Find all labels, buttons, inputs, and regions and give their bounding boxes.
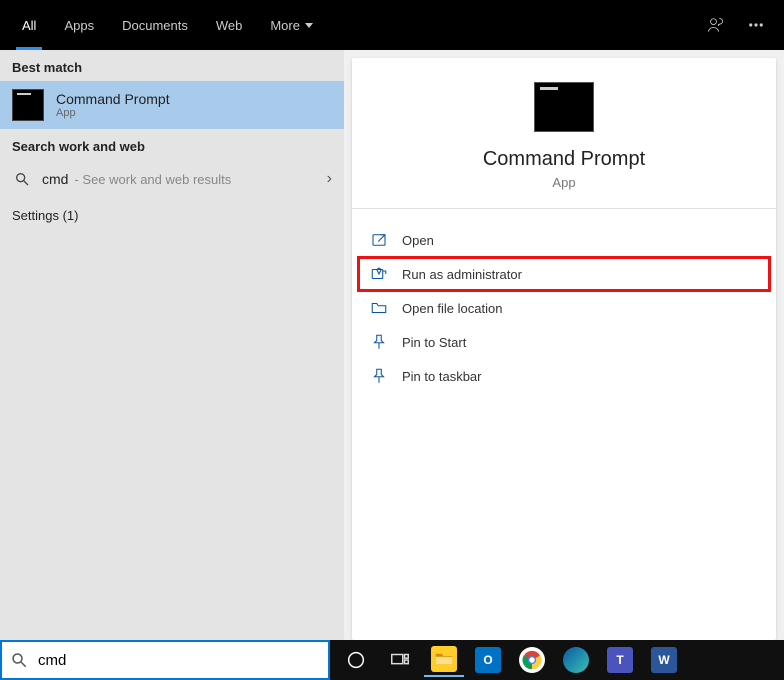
action-label: Pin to taskbar xyxy=(402,369,482,384)
search-input[interactable] xyxy=(38,652,320,669)
action-label: Run as administrator xyxy=(402,267,522,282)
result-text: Command Prompt App xyxy=(56,91,170,119)
action-open-file-location[interactable]: Open file location xyxy=(358,291,770,325)
taskbar-word[interactable]: W xyxy=(644,643,684,677)
search-term: cmd xyxy=(42,171,68,187)
tab-label: Documents xyxy=(122,18,188,33)
cmd-large-icon xyxy=(534,82,594,132)
action-pin-to-start[interactable]: Pin to Start xyxy=(358,325,770,359)
action-open[interactable]: Open xyxy=(358,223,770,257)
taskbar-chrome[interactable] xyxy=(512,643,552,677)
cmd-thumbnail-icon xyxy=(12,89,44,121)
pin-start-icon xyxy=(370,333,388,351)
tab-label: Web xyxy=(216,18,243,33)
settings-label: Settings (1) xyxy=(12,208,78,223)
search-work-web-header: Search work and web xyxy=(0,129,344,160)
detail-title: Command Prompt xyxy=(483,148,645,171)
result-title: Command Prompt xyxy=(56,91,170,107)
action-pin-to-taskbar[interactable]: Pin to taskbar xyxy=(358,359,770,393)
search-tabs: All Apps Documents Web More xyxy=(0,0,784,50)
tab-apps[interactable]: Apps xyxy=(50,0,108,50)
detail-header: Command Prompt App xyxy=(352,58,776,209)
search-icon xyxy=(12,171,32,187)
ellipsis-icon xyxy=(747,16,765,34)
chevron-down-icon xyxy=(305,23,313,28)
chevron-right-icon: › xyxy=(327,170,332,188)
taskbar-outlook[interactable]: O xyxy=(468,643,508,677)
action-label: Open xyxy=(402,233,434,248)
feedback-button[interactable] xyxy=(696,5,736,45)
task-view-icon xyxy=(389,649,411,671)
more-options-button[interactable] xyxy=(736,5,776,45)
edge-icon xyxy=(563,647,589,673)
tab-label: All xyxy=(22,18,36,33)
detail-pane: Command Prompt App Open Run as administr… xyxy=(352,58,776,640)
web-search-suggestion[interactable]: cmd - See work and web results › xyxy=(0,160,344,198)
search-panel: Best match Command Prompt App Search wor… xyxy=(0,50,784,640)
open-icon xyxy=(370,231,388,249)
best-match-header: Best match xyxy=(0,50,344,81)
person-speech-icon xyxy=(706,15,726,35)
tab-web[interactable]: Web xyxy=(202,0,257,50)
tab-label: Apps xyxy=(64,18,94,33)
result-subtitle: App xyxy=(56,107,170,119)
action-run-as-administrator[interactable]: Run as administrator xyxy=(358,257,770,291)
bottom-bar: O T W xyxy=(0,640,784,680)
results-column: Best match Command Prompt App Search wor… xyxy=(0,50,344,640)
taskbar-edge[interactable] xyxy=(556,643,596,677)
result-command-prompt[interactable]: Command Prompt App xyxy=(0,81,344,129)
start-search-box[interactable] xyxy=(0,640,330,680)
taskbar-task-view[interactable] xyxy=(380,643,420,677)
taskbar-file-explorer[interactable] xyxy=(424,643,464,677)
taskbar-cortana[interactable] xyxy=(336,643,376,677)
pin-taskbar-icon xyxy=(370,367,388,385)
tab-all[interactable]: All xyxy=(8,0,50,50)
search-hint: - See work and web results xyxy=(74,172,231,187)
action-label: Open file location xyxy=(402,301,502,316)
file-explorer-icon xyxy=(431,646,457,672)
admin-shield-icon xyxy=(370,265,388,283)
chrome-icon xyxy=(519,647,545,673)
outlook-icon: O xyxy=(475,647,501,673)
tab-documents[interactable]: Documents xyxy=(108,0,202,50)
action-label: Pin to Start xyxy=(402,335,466,350)
tab-more[interactable]: More xyxy=(256,0,327,50)
taskbar: O T W xyxy=(330,640,784,680)
search-icon xyxy=(10,651,28,669)
detail-subtitle: App xyxy=(552,175,575,190)
word-icon: W xyxy=(651,647,677,673)
taskbar-teams[interactable]: T xyxy=(600,643,640,677)
folder-icon xyxy=(370,299,388,317)
action-list: Open Run as administrator Open file loca… xyxy=(352,209,776,407)
teams-icon: T xyxy=(607,647,633,673)
cortana-icon xyxy=(345,649,367,671)
settings-group[interactable]: Settings (1) xyxy=(0,198,344,233)
tab-label: More xyxy=(270,18,300,33)
